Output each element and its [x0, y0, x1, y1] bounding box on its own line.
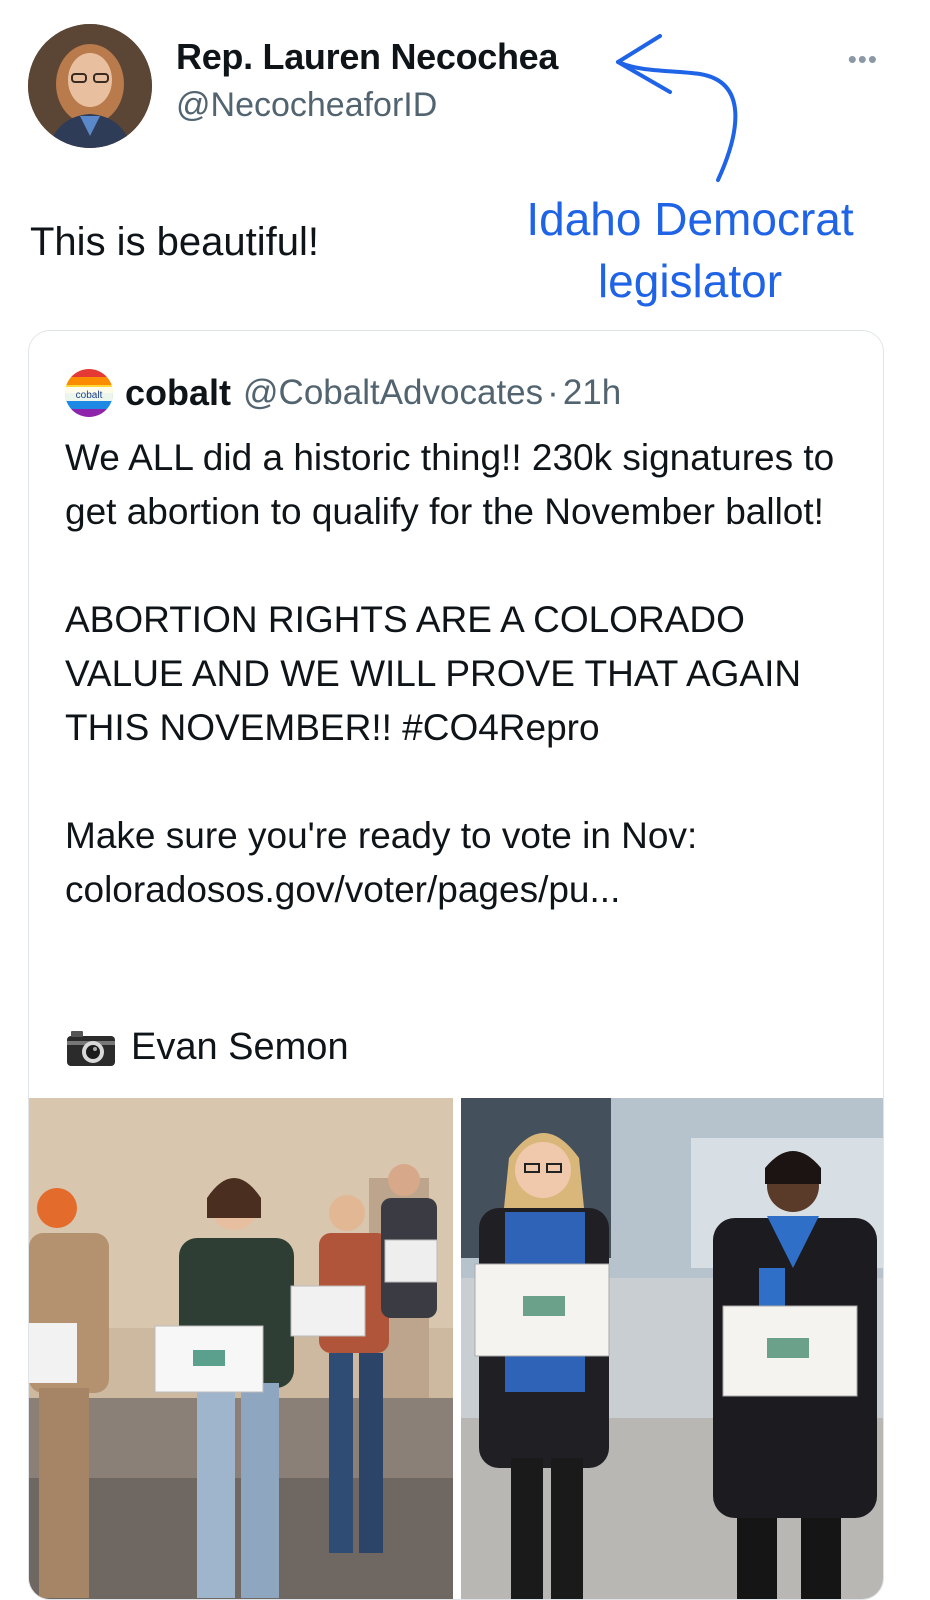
photo-group-carrying-boxes: [29, 1098, 453, 1599]
author-name[interactable]: Rep. Lauren Necochea: [176, 36, 558, 78]
logo-text: cobalt: [76, 390, 103, 401]
cobalt-logo-icon[interactable]: cobalt: [65, 369, 113, 417]
annotation-arrow: [616, 34, 738, 182]
avatar-image: [28, 24, 152, 148]
author-avatar[interactable]: [28, 24, 152, 148]
camera-icon: [67, 1030, 115, 1066]
annotation-line-1: Idaho Democrat: [526, 193, 854, 245]
quoted-header: cobalt cobalt @CobaltAdvocates · 21h: [65, 369, 621, 417]
quoted-author-handle[interactable]: @CobaltAdvocates: [243, 373, 543, 413]
photo-credit-name: Evan Semon: [131, 1026, 349, 1068]
quoted-timestamp[interactable]: 21h: [563, 373, 621, 413]
tweet-text: This is beautiful!: [30, 220, 320, 264]
quoted-body: We ALL did a historic thing!! 230k signa…: [65, 437, 835, 910]
dot-separator: ·: [547, 373, 559, 412]
quoted-author-name[interactable]: cobalt: [125, 372, 231, 414]
annotation-line-2: legislator: [597, 255, 783, 307]
media-photo-1[interactable]: [29, 1098, 453, 1599]
media-photo-2[interactable]: [461, 1098, 883, 1599]
annotation-label: Idaho Democrat legislator: [470, 188, 910, 312]
photo-two-women-holding-boxes: [461, 1098, 883, 1599]
quoted-tweet[interactable]: cobalt cobalt @CobaltAdvocates · 21h We …: [28, 330, 884, 1600]
author-handle[interactable]: @NecocheaforID: [176, 86, 437, 125]
photo-credit: Evan Semon: [65, 1026, 349, 1069]
media-gallery[interactable]: [29, 1098, 883, 1599]
more-icon[interactable]: •••: [848, 44, 878, 75]
